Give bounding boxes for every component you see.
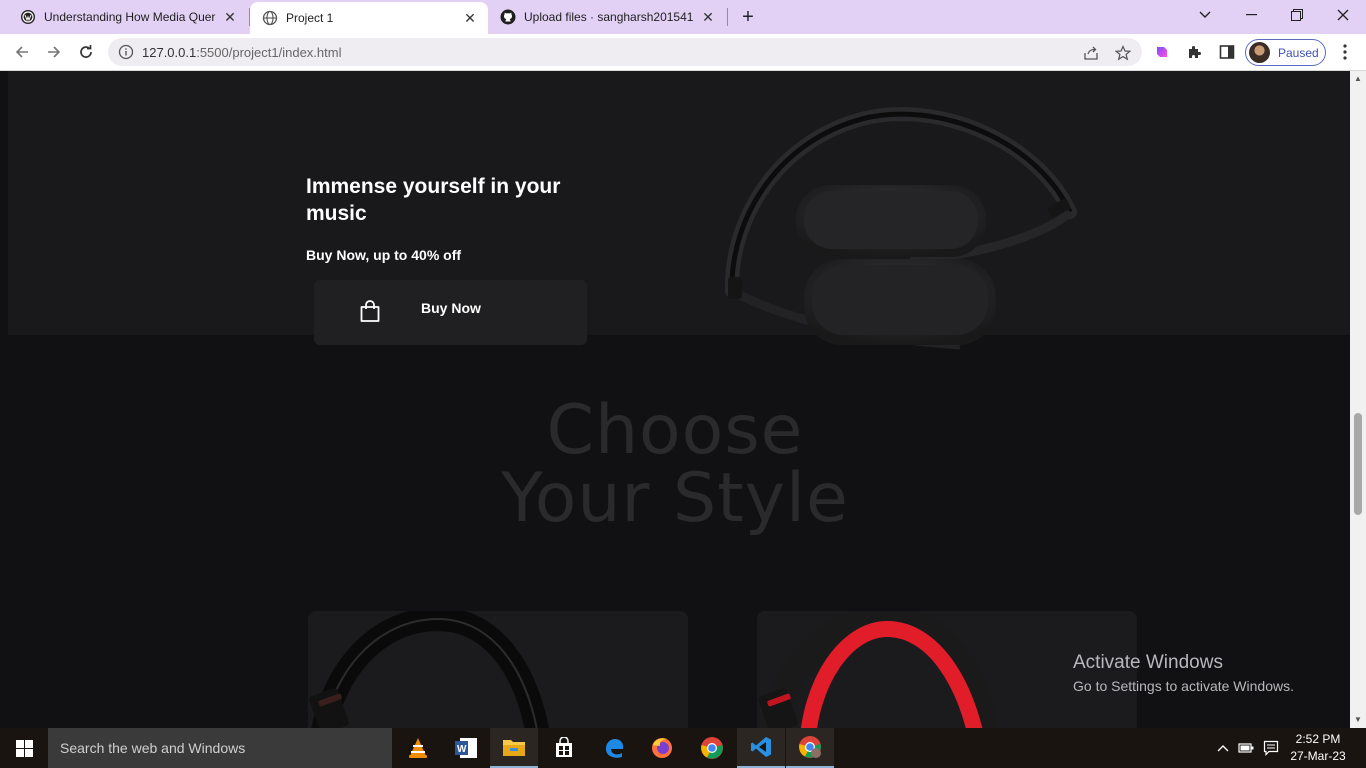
shopping-bag-icon [360, 300, 380, 322]
address-bar[interactable]: 127.0.0.1:5500/project1/index.html [108, 38, 1142, 66]
vscode-icon[interactable] [737, 728, 785, 768]
edge-icon[interactable] [590, 728, 638, 768]
taskbar-search[interactable]: Search the web and Windows [48, 728, 392, 768]
scroll-down-arrow-icon[interactable]: ▼ [1354, 716, 1362, 724]
profile-button[interactable]: Paused [1245, 39, 1326, 66]
watermark-subtitle: Go to Settings to activate Windows. [1073, 678, 1294, 694]
clock-date: 27-Mar-23 [1290, 749, 1346, 763]
tab-project-1[interactable]: Project 1 ✕ [250, 2, 488, 34]
action-center-icon[interactable] [1262, 739, 1280, 757]
bookmark-star-icon[interactable] [1114, 44, 1132, 62]
file-explorer-icon[interactable] [490, 728, 538, 768]
tab-upload-files[interactable]: Upload files · sangharsh2015413/ ✕ [488, 0, 726, 34]
vlc-icon[interactable] [394, 728, 442, 768]
side-panel-icon[interactable] [1218, 43, 1236, 61]
extension-gradient-icon[interactable] [1153, 43, 1171, 61]
tab-title: Understanding How Media Queri [44, 10, 216, 24]
watermark-title: Activate Windows [1073, 652, 1223, 673]
clock-time: 2:52 PM [1295, 732, 1341, 746]
wordpress-icon [21, 10, 35, 24]
profile-status: Paused [1278, 45, 1319, 60]
tab-search-chevron-icon[interactable] [1182, 0, 1228, 30]
windows-taskbar: Search the web and Windows W 2:52 PM 27-… [0, 728, 1366, 768]
tab-title: Upload files · sangharsh2015413/ [524, 10, 694, 24]
tab-media-queries[interactable]: Understanding How Media Queri ✕ [8, 0, 248, 34]
web-page: Immense yourself in your music Buy Now, … [0, 71, 1350, 728]
black-headphones-image [309, 611, 549, 728]
battery-network-icon[interactable] [1238, 739, 1256, 757]
scroll-up-arrow-icon[interactable]: ▲ [1354, 75, 1362, 83]
buy-now-button[interactable]: Buy Now [314, 280, 587, 345]
tab-title: Project 1 [286, 11, 334, 25]
hero-title: Immense yourself in your music [306, 175, 561, 225]
avatar [1249, 42, 1270, 63]
url-host: 127.0.0.1 [142, 44, 197, 60]
github-icon [500, 9, 516, 25]
windows-logo-icon [15, 739, 33, 757]
heading-line-1: Choose [546, 391, 804, 470]
firefox-icon[interactable] [638, 728, 686, 768]
product-card-black[interactable] [308, 611, 688, 728]
forward-button[interactable] [40, 38, 68, 66]
reload-button[interactable] [72, 38, 100, 66]
section-heading: Choose Your Style [470, 397, 880, 533]
page-scrollbar[interactable]: ▲ ▼ [1350, 71, 1366, 728]
word-icon[interactable]: W [442, 728, 490, 768]
hero-section [8, 71, 1350, 335]
tab-separator [727, 8, 728, 26]
scrollbar-thumb[interactable] [1354, 413, 1362, 515]
activate-windows-watermark: Activate Windows Go to Settings to activ… [1073, 652, 1294, 694]
tab-strip: Understanding How Media Queri ✕ Project … [0, 0, 1366, 34]
close-window-button[interactable] [1320, 0, 1366, 30]
globe-icon [262, 10, 278, 26]
restore-button[interactable] [1274, 0, 1320, 30]
minimize-button[interactable] [1228, 0, 1274, 30]
reload-icon [80, 45, 92, 58]
close-tab-icon[interactable]: ✕ [222, 9, 238, 25]
buy-now-label: Buy Now [421, 300, 481, 316]
share-icon[interactable] [1082, 44, 1100, 62]
chrome-icon[interactable] [688, 728, 736, 768]
store-icon[interactable] [540, 728, 588, 768]
start-button[interactable] [0, 728, 48, 768]
kebab-menu-icon[interactable] [1336, 43, 1354, 61]
svg-text:W: W [457, 744, 467, 755]
system-clock[interactable]: 2:52 PM 27-Mar-23 [1290, 731, 1346, 765]
taskbar-search-placeholder: Search the web and Windows [60, 740, 246, 756]
url-path: :5500/project1/index.html [196, 44, 342, 60]
back-arrow-icon [15, 46, 28, 58]
chrome-profile-icon[interactable] [786, 728, 834, 768]
extensions-puzzle-icon[interactable] [1186, 43, 1204, 61]
close-tab-icon[interactable]: ✕ [700, 9, 716, 25]
close-tab-icon[interactable]: ✕ [462, 10, 478, 26]
url-text[interactable]: 127.0.0.1:5500/project1/index.html [142, 45, 341, 60]
forward-arrow-icon [48, 46, 61, 58]
back-button[interactable] [8, 38, 36, 66]
headphones-image [724, 107, 1077, 350]
hero-subtitle: Buy Now, up to 40% off [306, 247, 462, 263]
site-info-icon[interactable] [118, 44, 134, 60]
new-tab-button[interactable]: + [736, 5, 760, 29]
browser-toolbar: 127.0.0.1:5500/project1/index.html Pause… [0, 34, 1366, 71]
heading-line-2: Your Style [501, 459, 849, 538]
show-hidden-icons-chevron-icon[interactable] [1214, 739, 1232, 757]
